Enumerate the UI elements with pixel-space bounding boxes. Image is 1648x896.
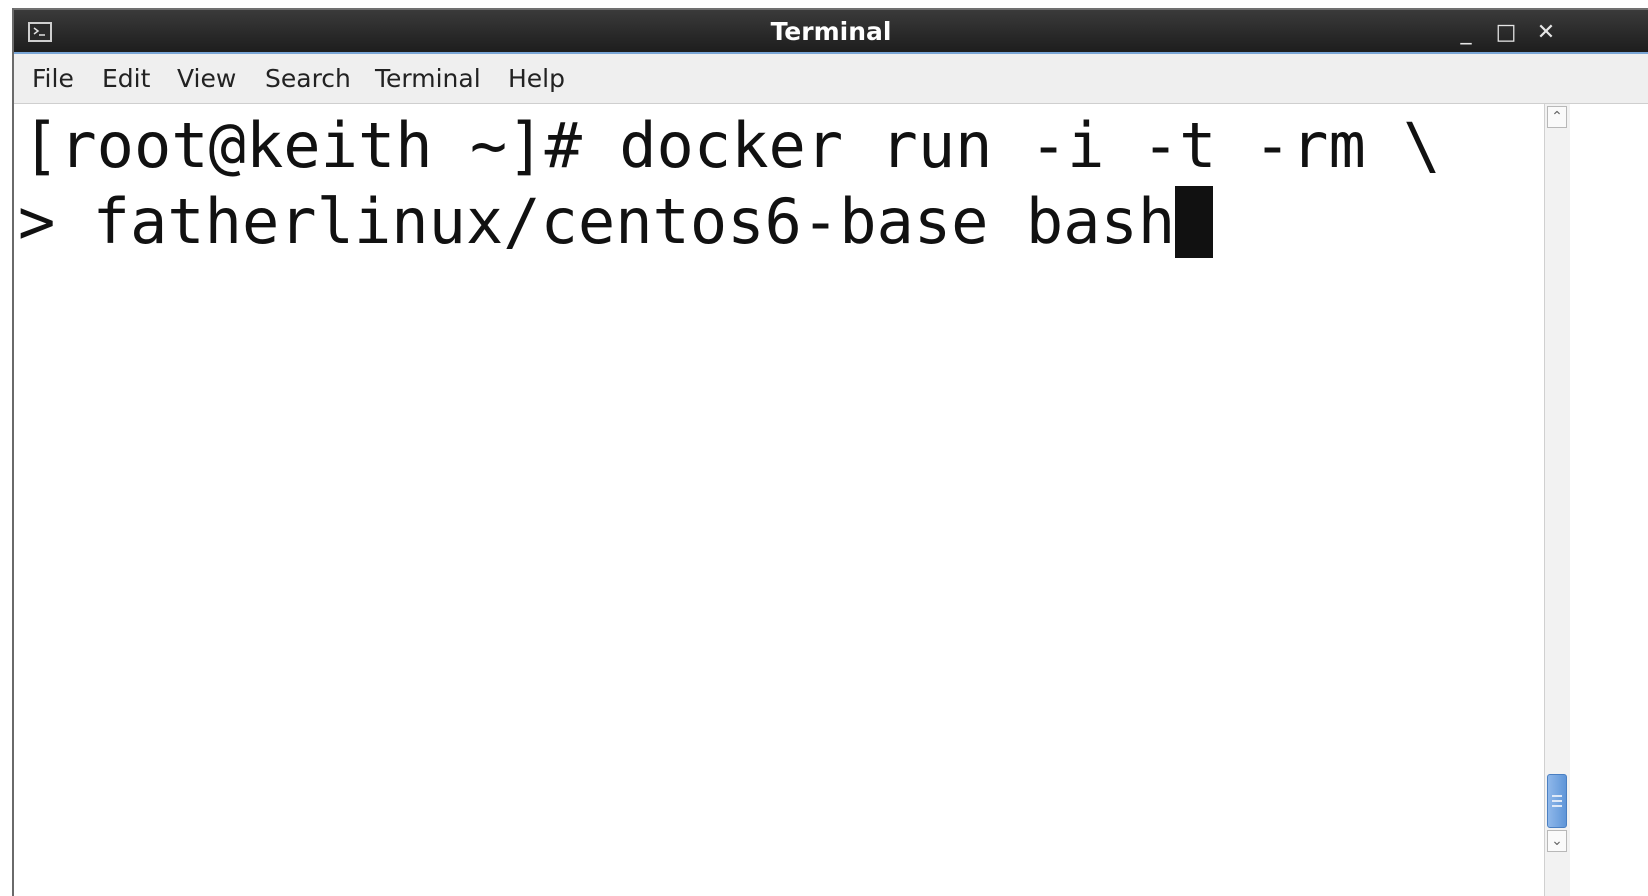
maximize-button[interactable]: □ (1492, 20, 1520, 46)
terminal-line-2-text: > fatherlinux/centos6-base bash (18, 185, 1176, 258)
vertical-scrollbar[interactable]: ⌃ ⌄ (1544, 104, 1570, 896)
terminal-window: Terminal _ □ ✕ File Edit View Search Ter… (12, 8, 1648, 896)
menu-edit[interactable]: Edit (102, 64, 150, 94)
scroll-up-button[interactable]: ⌃ (1547, 106, 1567, 128)
text-cursor (1175, 186, 1214, 258)
menu-view[interactable]: View (177, 64, 236, 94)
minimize-button[interactable]: _ (1452, 20, 1480, 46)
menu-search[interactable]: Search (265, 64, 351, 94)
close-button[interactable]: ✕ (1532, 20, 1560, 46)
terminal-line-2: > fatherlinux/centos6-base bash (18, 184, 1214, 260)
terminal-line-1: [root@keith ~]# docker run -i -t -rm \ (22, 109, 1441, 182)
menu-help[interactable]: Help (508, 64, 565, 94)
scroll-thumb[interactable] (1547, 774, 1567, 828)
menu-terminal[interactable]: Terminal (375, 64, 481, 94)
thumb-grip-line (1552, 795, 1562, 797)
menu-bar: File Edit View Search Terminal Help (14, 54, 1648, 104)
thumb-grip-line (1552, 800, 1562, 802)
scroll-down-button[interactable]: ⌄ (1547, 830, 1567, 852)
thumb-grip-line (1552, 805, 1562, 807)
title-bar[interactable]: Terminal _ □ ✕ (14, 8, 1648, 54)
terminal-output[interactable]: [root@keith ~]# docker run -i -t -rm \ >… (14, 104, 1544, 896)
window-title: Terminal (770, 17, 892, 46)
menu-file[interactable]: File (32, 64, 74, 94)
